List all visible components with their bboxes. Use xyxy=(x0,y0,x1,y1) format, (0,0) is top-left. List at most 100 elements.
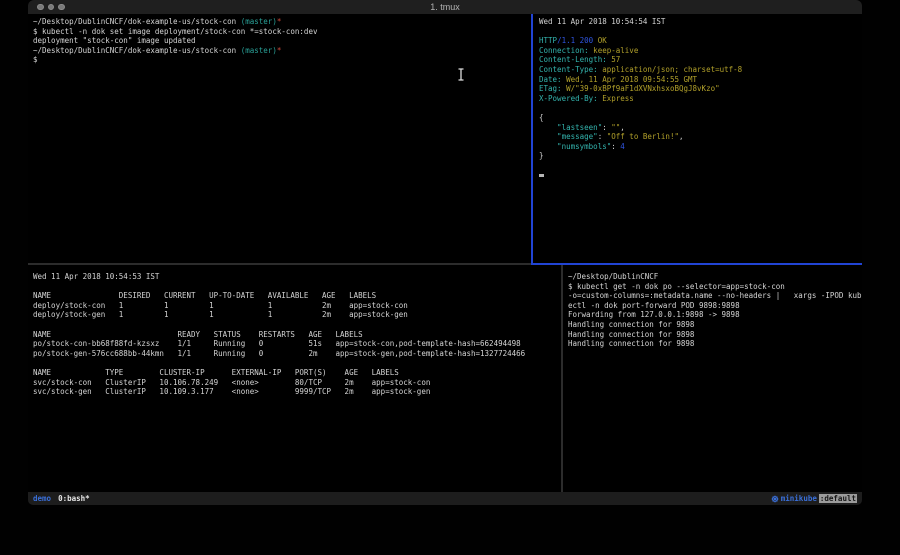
terminal-text-segment: NAME DESIRED CURRENT UP-TO-DATE AVAILABL… xyxy=(33,291,376,300)
terminal-line: Connection: keep-alive xyxy=(539,46,862,56)
terminal-text-segment: "numsymbols" xyxy=(539,142,611,151)
terminal-line: X-Powered-By: Express xyxy=(539,94,862,104)
minimize-button[interactable] xyxy=(48,4,55,11)
terminal-line: ectl -n dok port-forward POD 9898:9898 xyxy=(568,301,862,311)
terminal-line: Handling connection for 9898 xyxy=(568,330,862,340)
terminal-line: -o=custom-columns=:metadata.name --no-he… xyxy=(568,291,862,301)
terminal-line: "lastseen": "", xyxy=(539,123,862,133)
terminal-cursor xyxy=(539,174,544,177)
terminal-text-segment: -o=custom-columns=:metadata.name --no-he… xyxy=(568,291,862,300)
terminal-text-segment: Handling connection for 9898 xyxy=(568,330,694,339)
terminal-line: Handling connection for 9898 xyxy=(568,320,862,330)
terminal-line: "numsymbols": 4 xyxy=(539,142,862,152)
terminal-line: deploy/stock-con 1 1 1 1 2m app=stock-co… xyxy=(33,301,561,311)
terminal-text-segment: Forwarding from 127.0.0.1:9898 -> 9898 xyxy=(568,310,740,319)
tmux-session-name: demo xyxy=(33,494,51,503)
terminal-text-segment: * xyxy=(277,17,282,26)
tmux-status-bar: demo 0:bash* minikube :default xyxy=(28,492,862,505)
terminal-text-segment: application/json; charset=utf-8 xyxy=(598,65,743,74)
terminal-text-segment: po/stock-gen-576cc688bb-44kmn 1/1 Runnin… xyxy=(33,349,525,358)
desktop-background: { "window": { "title": "1. tmux", "contr… xyxy=(0,0,900,555)
window-titlebar[interactable]: 1. tmux xyxy=(28,0,862,14)
terminal-text-segment: $ xyxy=(33,55,38,64)
terminal-text-segment: , xyxy=(620,123,625,132)
window-controls xyxy=(37,0,65,14)
pane-top-right-http-response[interactable]: Wed 11 Apr 2018 10:54:54 IST HTTP/1.1 200… xyxy=(533,14,862,263)
terminal-line: NAME READY STATUS RESTARTS AGE LABELS xyxy=(33,330,561,340)
terminal-line: deploy/stock-gen 1 1 1 1 2m app=stock-ge… xyxy=(33,310,561,320)
terminal-line: Date: Wed, 11 Apr 2018 09:54:55 GMT xyxy=(539,75,862,85)
terminal-text-segment: ETag: xyxy=(539,84,562,93)
terminal-text-segment: , xyxy=(679,132,684,141)
terminal-text-segment: Connection: xyxy=(539,46,589,55)
text-ibeam-pointer-icon xyxy=(457,68,465,81)
terminal-line xyxy=(33,358,561,368)
terminal-text-segment: NAME READY STATUS RESTARTS AGE LABELS xyxy=(33,330,363,339)
terminal-text-segment: Content-Length: xyxy=(539,55,607,64)
pane-bottom-left-kubectl-get[interactable]: Wed 11 Apr 2018 10:54:53 IST NAME DESIRED… xyxy=(28,265,561,492)
terminal-text-segment: po/stock-con-bb68f88fd-kzsxz 1/1 Running… xyxy=(33,339,521,348)
terminal-line: NAME DESIRED CURRENT UP-TO-DATE AVAILABL… xyxy=(33,291,561,301)
terminal-text-segment: : xyxy=(598,132,607,141)
terminal-text-segment: : xyxy=(611,142,620,151)
terminal-line: Content-Length: 57 xyxy=(539,55,862,65)
terminal-text-segment: deploy/stock-con 1 1 1 1 2m app=stock-co… xyxy=(33,301,408,310)
terminal-line xyxy=(539,171,862,181)
terminal-line: ETag: W/"39-0xBPf9aF1dXVNxhsxoBQgJ8vKzo" xyxy=(539,84,862,94)
terminal-line: deployment "stock-con" image updated xyxy=(33,36,531,46)
terminal-text-segment: Wed, 11 Apr 2018 09:54:55 GMT xyxy=(562,75,697,84)
terminal-text-segment: Date: xyxy=(539,75,562,84)
terminal-line: $ kubectl -n dok set image deployment/st… xyxy=(33,27,531,37)
terminal-line: } xyxy=(539,151,862,161)
terminal-text-segment: "" xyxy=(611,123,620,132)
terminal-text-segment: $ kubectl -n dok set image deployment/st… xyxy=(33,27,317,36)
terminal-text-segment: "message" xyxy=(539,132,598,141)
kubernetes-helm-icon xyxy=(771,495,779,503)
terminal-line: $ xyxy=(33,55,531,65)
terminal-text-segment: NAME TYPE CLUSTER-IP EXTERNAL-IP PORT(S)… xyxy=(33,368,399,377)
terminal-text-segment: { xyxy=(539,113,544,122)
tmux-terminal: ~/Desktop/DublinCNCF/dok-example-us/stoc… xyxy=(28,14,862,492)
terminal-text-segment: * xyxy=(277,46,282,55)
terminal-text-segment: "lastseen" xyxy=(539,123,602,132)
pane-top-left-shell[interactable]: ~/Desktop/DublinCNCF/dok-example-us/stoc… xyxy=(28,14,531,263)
terminal-line: po/stock-gen-576cc688bb-44kmn 1/1 Runnin… xyxy=(33,349,561,359)
terminal-line xyxy=(539,161,862,171)
zoom-button[interactable] xyxy=(58,4,65,11)
kube-context-label: minikube xyxy=(781,494,817,503)
terminal-text-segment: deployment "stock-con" image updated xyxy=(33,36,196,45)
terminal-text-segment: svc/stock-gen ClusterIP 10.109.3.177 <no… xyxy=(33,387,430,396)
terminal-text-segment: X-Powered-By: xyxy=(539,94,598,103)
terminal-line: svc/stock-gen ClusterIP 10.109.3.177 <no… xyxy=(33,387,561,397)
terminal-text-segment: Handling connection for 9898 xyxy=(568,339,694,348)
terminal-text-segment: Wed 11 Apr 2018 10:54:53 IST xyxy=(33,272,159,281)
terminal-line: Wed 11 Apr 2018 10:54:54 IST xyxy=(539,17,862,27)
terminal-line: svc/stock-con ClusterIP 10.106.78.249 <n… xyxy=(33,378,561,388)
terminal-text-segment: "Off to Berlin!" xyxy=(607,132,679,141)
terminal-text-segment: 4 xyxy=(620,142,625,151)
terminal-line: po/stock-con-bb68f88fd-kzsxz 1/1 Running… xyxy=(33,339,561,349)
terminal-line xyxy=(539,27,862,37)
pane-bottom-right-port-forward[interactable]: ~/Desktop/DublinCNCF$ kubectl get -n dok… xyxy=(563,265,862,492)
terminal-text-segment: HTTP xyxy=(539,36,557,45)
terminal-text-segment: W/"39-0xBPf9aF1dXVNxhsxoBQgJ8vKzo" xyxy=(562,84,720,93)
terminal-line: NAME TYPE CLUSTER-IP EXTERNAL-IP PORT(S)… xyxy=(33,368,561,378)
terminal-line: Handling connection for 9898 xyxy=(568,339,862,349)
terminal-text-segment: keep-alive xyxy=(589,46,639,55)
terminal-text-segment: ~/Desktop/DublinCNCF/dok-example-us/stoc… xyxy=(33,46,241,55)
terminal-text-segment: 57 xyxy=(607,55,621,64)
close-button[interactable] xyxy=(37,4,44,11)
terminal-text-segment: ~/Desktop/DublinCNCF xyxy=(568,272,658,281)
terminal-text-segment: : xyxy=(602,123,611,132)
terminal-line xyxy=(33,320,561,330)
terminal-text-segment: OK xyxy=(593,36,607,45)
tmux-status-right: minikube :default xyxy=(771,494,857,503)
terminal-line xyxy=(539,103,862,113)
kube-namespace-label: :default xyxy=(819,494,857,503)
terminal-text-segment: (master) xyxy=(241,17,277,26)
terminal-window: 1. tmux ~/Desktop/DublinCNCF/dok-example… xyxy=(28,0,862,505)
terminal-line: Wed 11 Apr 2018 10:54:53 IST xyxy=(33,272,561,282)
terminal-line: HTTP/1.1 200 OK xyxy=(539,36,862,46)
terminal-line: "message": "Off to Berlin!", xyxy=(539,132,862,142)
tmux-window-tab[interactable]: 0:bash* xyxy=(58,494,90,503)
